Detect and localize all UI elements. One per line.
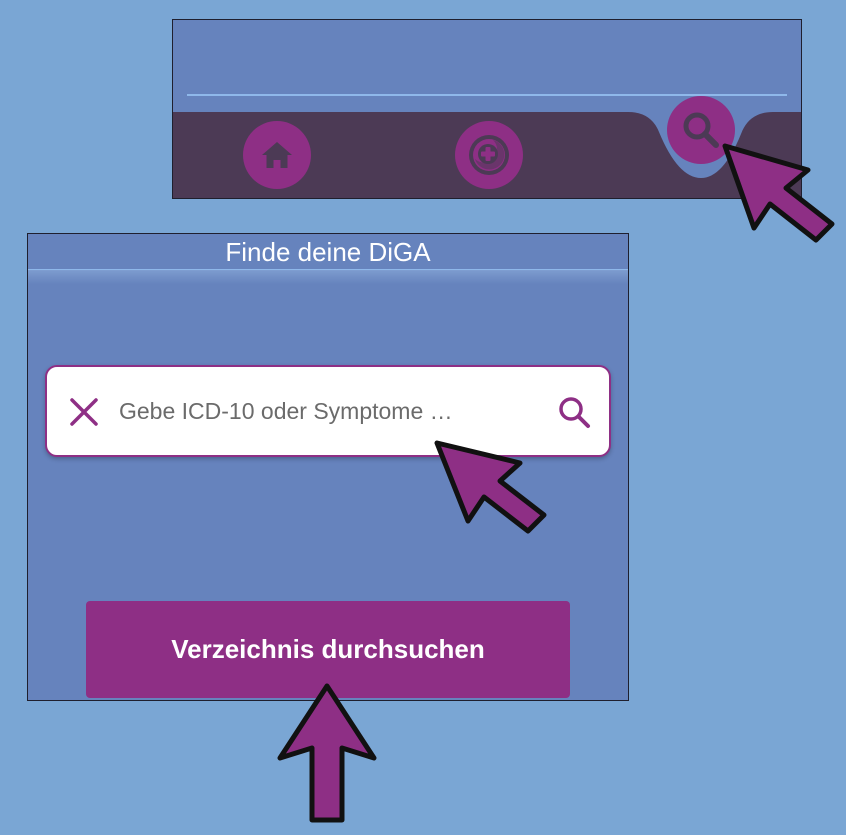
close-icon <box>70 398 98 426</box>
bottom-navigation-panel <box>172 19 802 199</box>
clear-search-button[interactable] <box>67 395 101 429</box>
pointer-arrow-icon <box>277 683 377 823</box>
search-submit-button[interactable] <box>555 393 593 431</box>
pointer-arrow-icon <box>722 143 835 243</box>
home-icon <box>262 142 292 168</box>
title-shadow <box>28 270 628 284</box>
pointer-arrow-icon <box>434 440 547 534</box>
search-icon <box>683 112 719 148</box>
nav-diga-button[interactable] <box>455 121 523 189</box>
diga-icon <box>469 135 509 175</box>
search-icon <box>559 397 590 428</box>
nav-home-button[interactable] <box>243 121 311 189</box>
page-title: Finde deine DiGA <box>225 237 431 267</box>
search-input[interactable] <box>119 391 499 431</box>
